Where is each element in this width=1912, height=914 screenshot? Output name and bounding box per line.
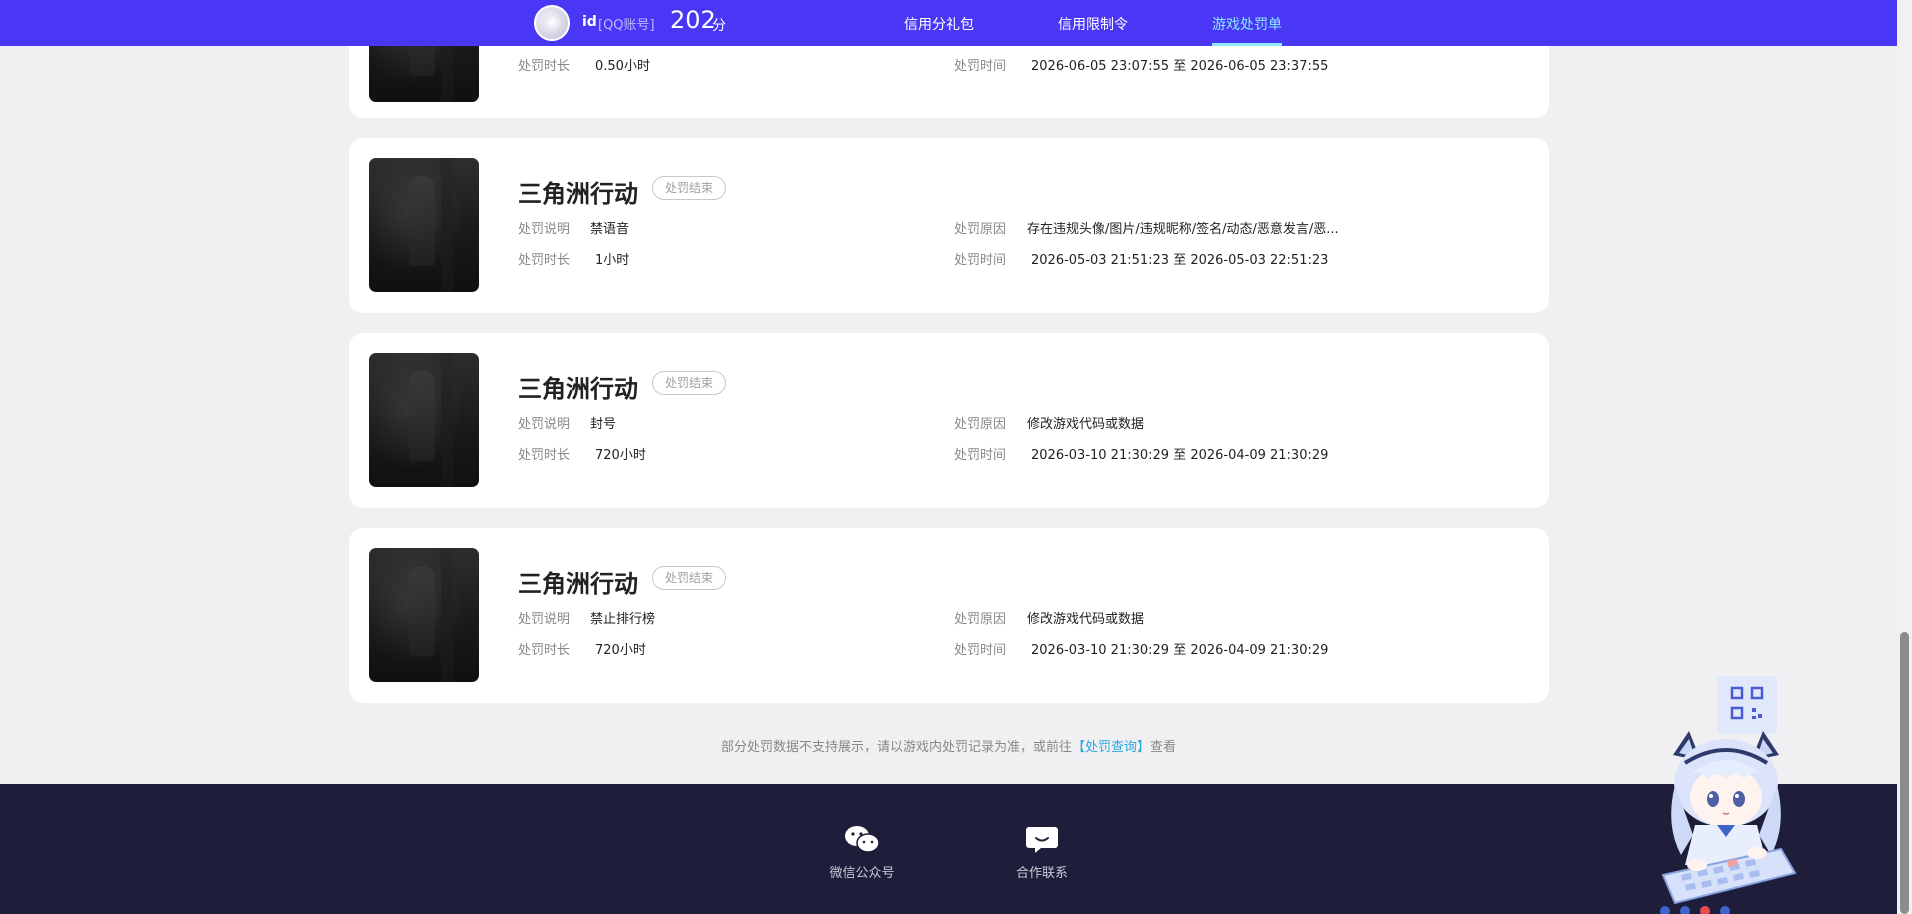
contact-label: 合作联系 [1015,866,1068,881]
tab-game-penalty[interactable]: 游戏处罚单 [1212,14,1282,34]
credit-score: 202 [670,6,716,34]
game-title: 三角洲行动 [518,180,638,208]
game-title: 三角洲行动 [518,375,638,403]
desc-label: 处罚说明 [518,222,571,237]
duration-label: 处罚时长 [518,253,571,268]
time-label: 处罚时间 [954,448,1007,463]
tab-credit-gift[interactable]: 信用分礼包 [904,14,974,34]
mascot-character[interactable] [1645,725,1805,914]
time-value: 2026-03-10 21:30:29 至 2026-04-09 21:30:2… [1031,643,1329,658]
reason-label: 处罚原因 [954,612,1007,627]
game-cover-image [369,158,479,292]
note-text: 部分处罚数据不支持展示，请以游戏内处罚记录为准，或前往 [720,740,1072,755]
game-cover-image [369,353,479,487]
penalty-card: 三角洲行动 处罚结束 处罚说明 禁语音 处罚原因 存在违规头像/图片/违规昵称/… [349,138,1549,313]
user-id: id [582,14,597,30]
footer: 微信公众号 合作联系 [0,784,1897,914]
disclaimer-note: 部分处罚数据不支持展示，请以游戏内处罚记录为准，或前往【处罚查询】查看 [0,736,1897,755]
chat-bubble-icon [1026,827,1058,853]
wechat-label: 微信公众号 [829,866,895,881]
penalty-card: 三角洲行动 处罚结束 处罚说明 封号 处罚原因 修改游戏代码或数据 处罚时长 7… [349,333,1549,508]
time-label: 处罚时间 [954,253,1007,268]
game-cover-image [369,548,479,682]
cooperation-contact[interactable]: 合作联系 [992,824,1092,881]
duration-label: 处罚时长 [518,448,571,463]
desc-value: 禁止排行榜 [590,612,656,627]
desc-label: 处罚说明 [518,417,571,432]
scrollbar-thumb[interactable] [1900,632,1909,914]
reason-value: 修改游戏代码或数据 [1027,612,1145,627]
note-text-end: 查看 [1150,740,1177,755]
duration-label: 处罚时长 [518,59,571,74]
duration-value: 1小时 [595,253,630,268]
time-value: 2026-05-03 21:51:23 至 2026-05-03 22:51:2… [1031,253,1329,268]
game-title: 三角洲行动 [518,570,638,598]
tab-credit-restriction[interactable]: 信用限制令 [1058,14,1128,34]
desc-value: 禁语音 [590,222,630,237]
reason-label: 处罚原因 [954,417,1007,432]
time-value: 2026-06-05 23:07:55 至 2026-06-05 23:37:5… [1031,59,1329,74]
penalty-card: 三角洲行动 处罚结束 处罚说明 禁止排行榜 处罚原因 修改游戏代码或数据 处罚时… [349,528,1549,703]
status-badge: 处罚结束 [652,566,727,590]
wechat-official-account[interactable]: 微信公众号 [812,824,912,881]
time-label: 处罚时间 [954,59,1007,74]
reason-value: 存在违规头像/图片/违规昵称/签名/动态/恶意发言/恶... [1027,222,1339,237]
credit-score-unit: 分 [712,18,726,34]
active-tab-indicator [1212,43,1282,46]
vertical-scrollbar[interactable] [1897,0,1912,914]
avatar[interactable] [534,5,570,41]
duration-value: 720小时 [595,448,646,463]
wechat-icon [845,826,880,853]
account-type: [QQ账号] [598,18,655,33]
desc-value: 封号 [590,417,617,432]
reason-value: 修改游戏代码或数据 [1027,417,1145,432]
time-label: 处罚时间 [954,643,1007,658]
top-nav: id [QQ账号] 202 分 信用分礼包 信用限制令 游戏处罚单 [0,0,1897,46]
penalty-query-link[interactable]: 【处罚查询】 [1072,740,1150,755]
status-badge: 处罚结束 [652,371,727,395]
duration-value: 0.50小时 [595,59,650,74]
reason-label: 处罚原因 [954,222,1007,237]
duration-label: 处罚时长 [518,643,571,658]
desc-label: 处罚说明 [518,612,571,627]
duration-value: 720小时 [595,643,646,658]
status-badge: 处罚结束 [652,176,727,200]
time-value: 2026-03-10 21:30:29 至 2026-04-09 21:30:2… [1031,448,1329,463]
